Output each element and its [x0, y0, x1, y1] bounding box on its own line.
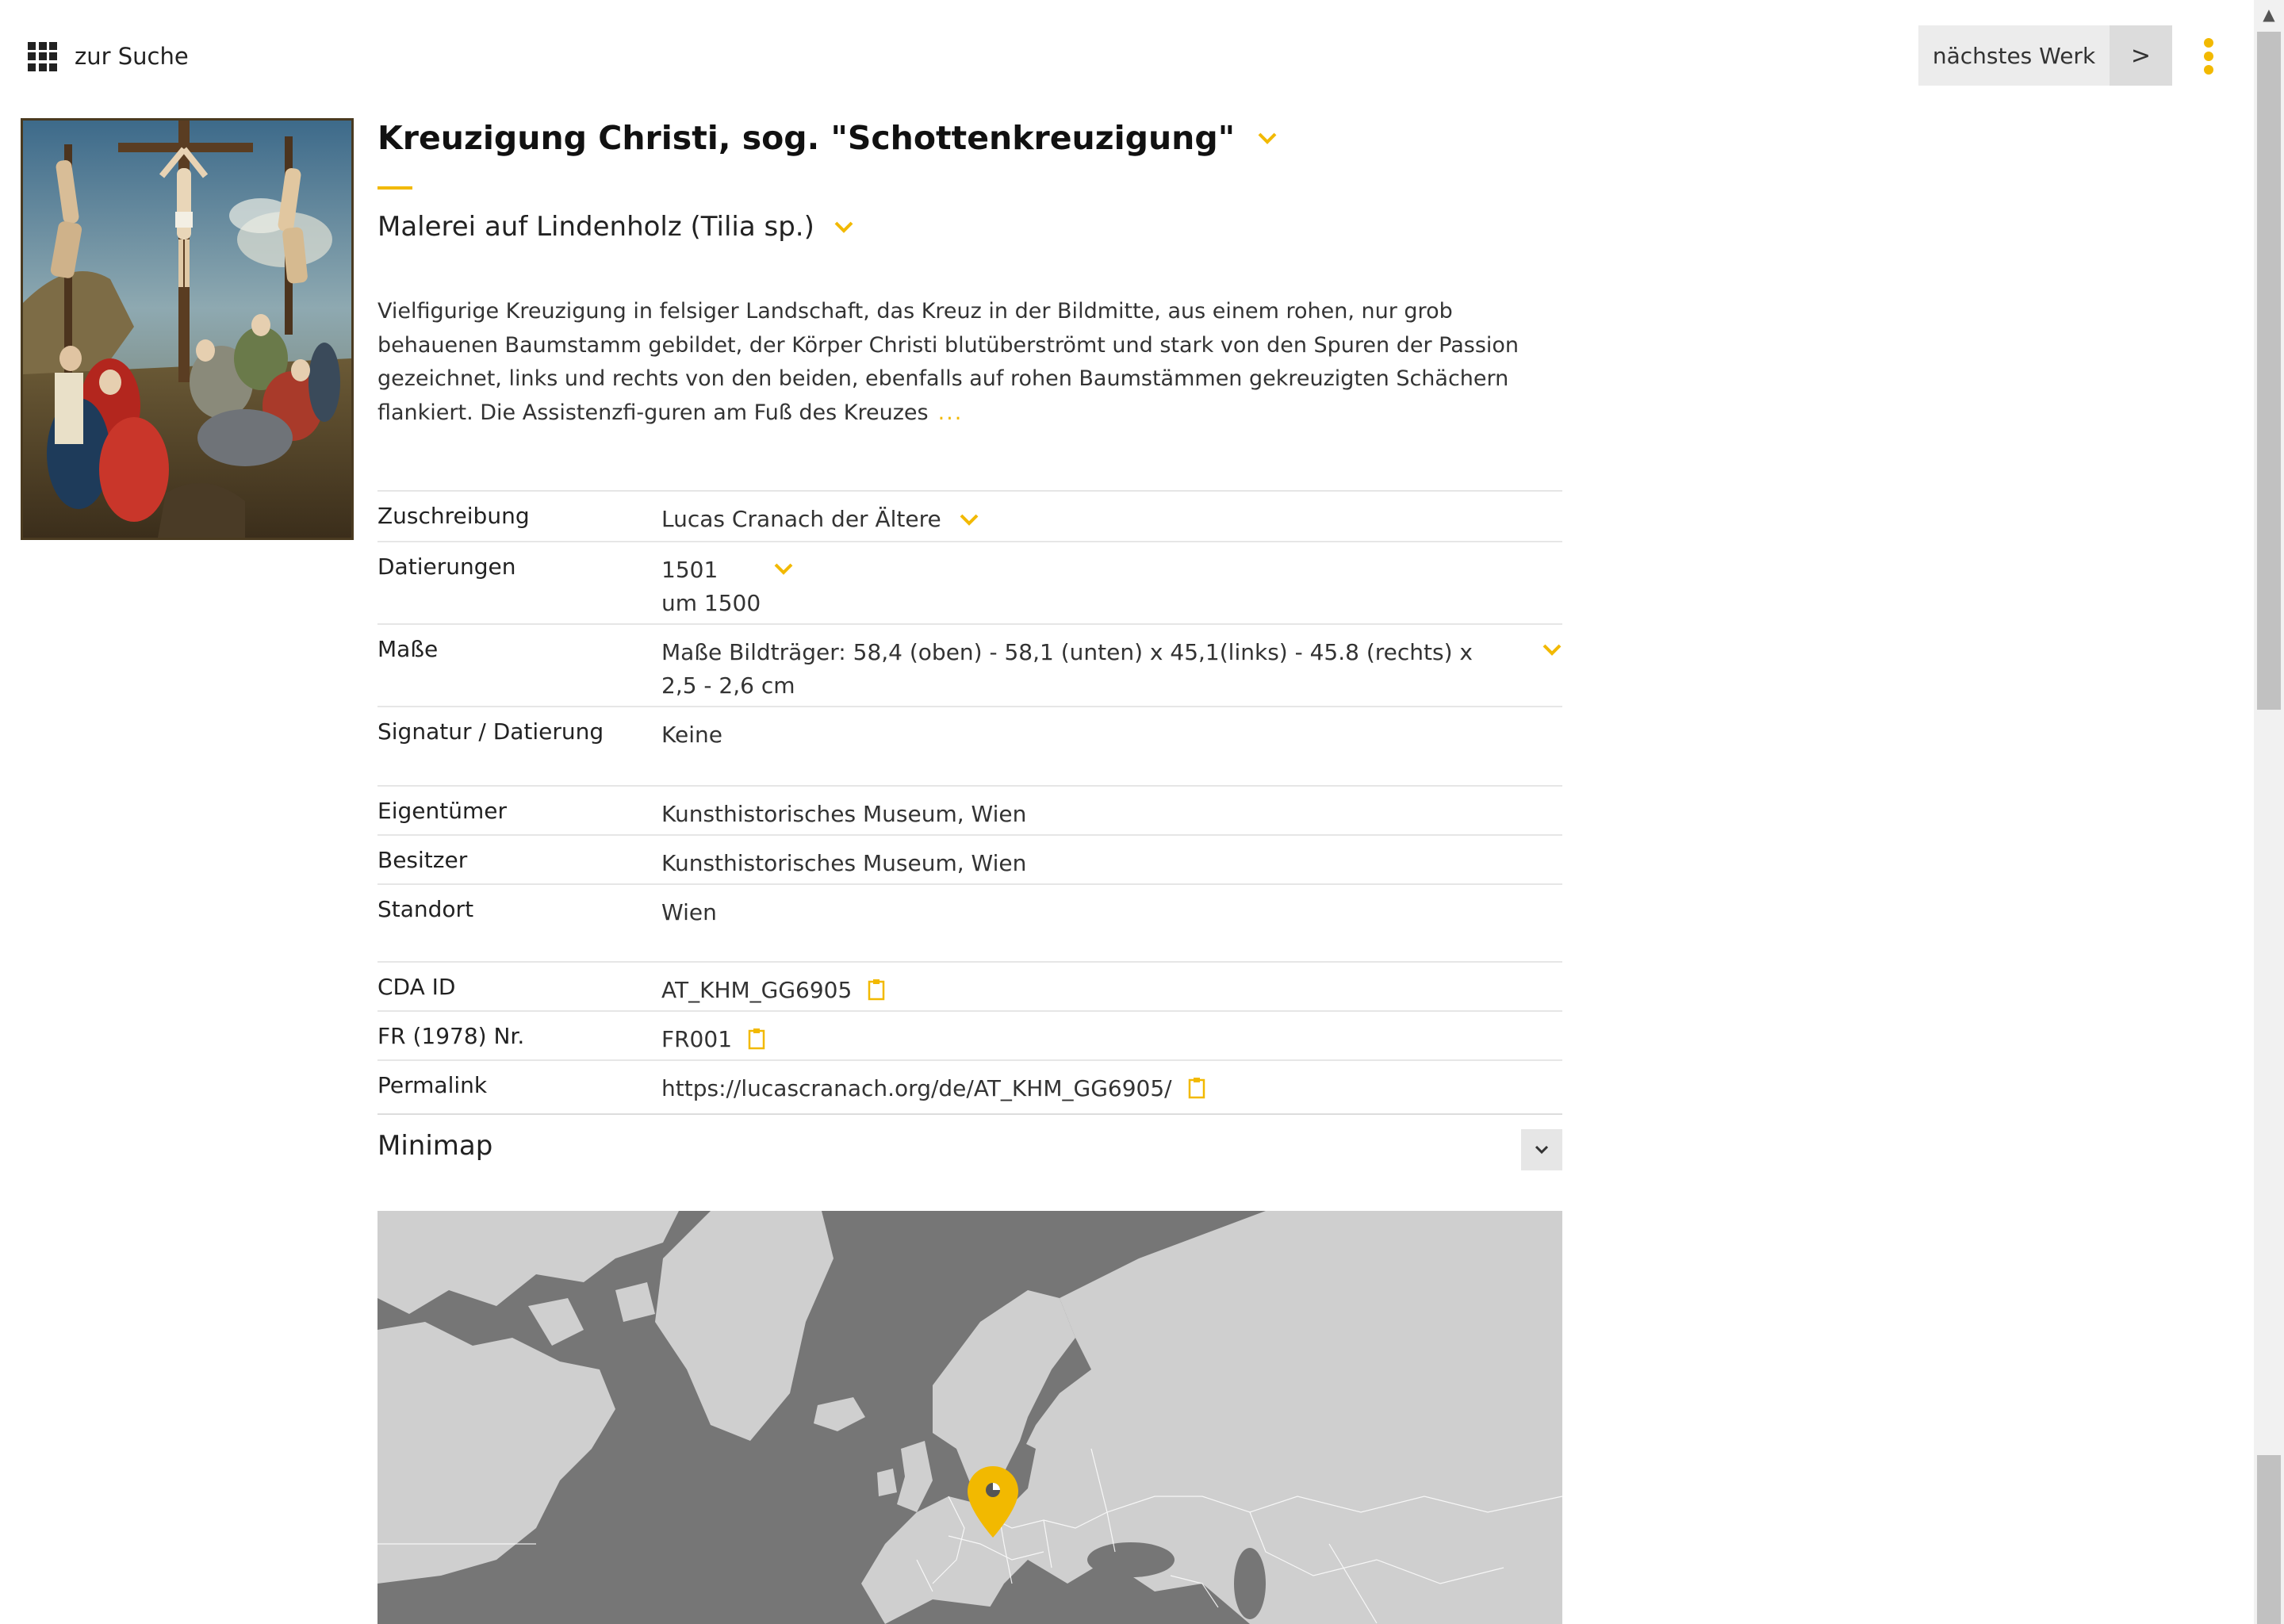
scrollbar[interactable]: ▲ [2254, 0, 2284, 1624]
fact-row: FR (1978) Nr. FR001 [377, 1011, 1562, 1060]
fact-row: Maße Maße Bildträger: 58,4 (oben) - 58,1… [377, 624, 1562, 707]
cda-id-cell: AT_KHM_GG6905 [661, 962, 1562, 1011]
dating-value-1: 1501 [661, 557, 719, 583]
medium-row: Malerei auf Lindenholz (Tilia sp.) [377, 211, 854, 243]
read-more-link[interactable]: ... [938, 400, 964, 425]
scrollbar-thumb[interactable] [2257, 32, 2281, 710]
clipboard-icon[interactable] [868, 979, 885, 1001]
permalink-value[interactable]: https://lucascranach.org/de/AT_KHM_GG690… [661, 1072, 1172, 1105]
signature-label: Signatur / Datierung [377, 718, 604, 745]
title-accent-line [377, 186, 412, 190]
artwork-image[interactable] [21, 118, 354, 540]
holder-value: Kunsthistorisches Museum, Wien [661, 850, 1027, 876]
chevron-down-icon[interactable] [1257, 131, 1278, 145]
fr-number-value: FR001 [661, 1026, 733, 1052]
fact-row: Standort Wien [377, 884, 1562, 962]
owner-label: Eigentümer [377, 798, 507, 824]
fr-number-label: FR (1978) Nr. [377, 1023, 525, 1049]
minimap[interactable] [377, 1211, 1562, 1624]
attribution-value[interactable]: Lucas Cranach der Ältere [661, 503, 941, 536]
dating-label: Datierungen [377, 553, 516, 580]
artwork-painting [23, 121, 351, 538]
back-to-search-label: zur Suche [75, 43, 189, 70]
location-label: Standort [377, 896, 474, 922]
dating-cell: 1501 um 1500 [661, 542, 1562, 624]
dating-value-2: um 1500 [661, 590, 761, 616]
artwork-title: Kreuzigung Christi, sog. "Schottenkreuzi… [377, 119, 1236, 157]
next-work-label: nächstes Werk [1918, 25, 2110, 86]
fact-row: Datierungen 1501 um 1500 [377, 542, 1562, 624]
chevron-down-icon [1535, 1145, 1549, 1155]
dimensions-value: Maße Bildträger: 58,4 (oben) - 58,1 (unt… [661, 639, 1473, 699]
chevron-down-icon[interactable] [834, 220, 854, 234]
minimap-header: Minimap [377, 1113, 1562, 1177]
title-row: Kreuzigung Christi, sog. "Schottenkreuzi… [377, 119, 1278, 157]
minimap-world-map [377, 1211, 1562, 1624]
attribution-label: Zuschreibung [377, 503, 530, 529]
minimap-label: Minimap [377, 1130, 493, 1162]
cda-id-label: CDA ID [377, 974, 456, 1000]
chevron-down-icon[interactable] [959, 512, 979, 527]
minimap-toggle-button[interactable] [1521, 1129, 1562, 1170]
dimensions-label: Maße [377, 636, 439, 662]
facts-table: Zuschreibung Lucas Cranach der Ältere Da… [377, 490, 1562, 1109]
artwork-medium: Malerei auf Lindenholz (Tilia sp.) [377, 211, 814, 243]
dimensions-cell: Maße Bildträger: 58,4 (oben) - 58,1 (unt… [661, 624, 1562, 707]
fact-row: Eigentümer Kunsthistorisches Museum, Wie… [377, 786, 1562, 835]
scroll-up-icon[interactable]: ▲ [2254, 0, 2284, 29]
back-to-search-link[interactable]: zur Suche [28, 38, 189, 75]
permalink-cell: https://lucascranach.org/de/AT_KHM_GG690… [661, 1060, 1562, 1109]
signature-value: Keine [661, 722, 722, 748]
attribution-cell: Lucas Cranach der Ältere [661, 491, 1562, 542]
chevron-down-icon[interactable] [773, 561, 794, 576]
permalink-label: Permalink [377, 1072, 488, 1098]
clipboard-icon[interactable] [1188, 1077, 1205, 1099]
artwork-description: Vielfigurige Kreuzigung in felsiger Land… [377, 295, 1562, 430]
scrollbar-thumb-lower[interactable] [2257, 1455, 2281, 1624]
fact-row: Permalink https://lucascranach.org/de/AT… [377, 1060, 1562, 1109]
fact-row: CDA ID AT_KHM_GG6905 [377, 962, 1562, 1011]
next-work-button[interactable]: nächstes Werk > [1918, 25, 2172, 86]
fact-row: Besitzer Kunsthistorisches Museum, Wien [377, 835, 1562, 884]
clipboard-icon[interactable] [748, 1028, 765, 1050]
location-value: Wien [661, 899, 717, 925]
fact-row: Signatur / Datierung Keine [377, 707, 1562, 786]
kebab-menu-icon[interactable] [2197, 36, 2221, 76]
owner-value: Kunsthistorisches Museum, Wien [661, 801, 1027, 827]
cda-id-value: AT_KHM_GG6905 [661, 977, 853, 1003]
chevron-down-icon[interactable] [1542, 642, 1562, 657]
grid-icon [28, 41, 57, 71]
fact-row: Zuschreibung Lucas Cranach der Ältere [377, 491, 1562, 542]
fr-number-cell: FR001 [661, 1011, 1562, 1060]
holder-label: Besitzer [377, 847, 468, 873]
next-arrow-icon: > [2110, 25, 2172, 86]
